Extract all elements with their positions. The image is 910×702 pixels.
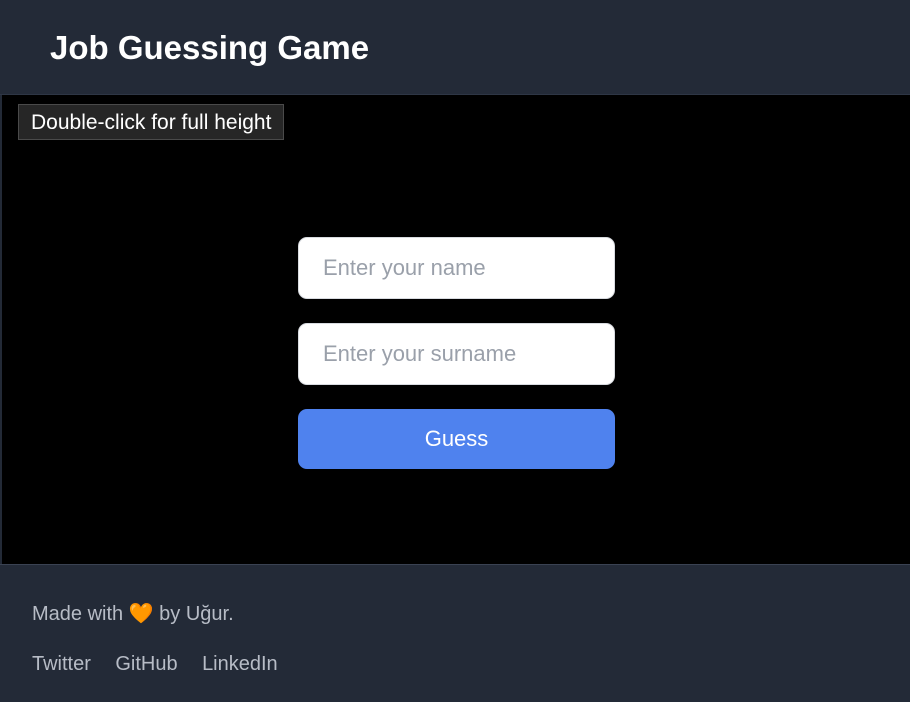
surname-input[interactable]: [298, 323, 615, 385]
guess-button[interactable]: Guess: [298, 409, 615, 469]
linkedin-link[interactable]: LinkedIn: [202, 653, 278, 675]
footer-links: Twitter GitHub LinkedIn: [32, 651, 298, 677]
app-title: Job Guessing Game: [50, 29, 370, 66]
full-height-hint: Double-click for full height: [18, 104, 285, 140]
github-link[interactable]: GitHub: [115, 653, 177, 675]
made-with-prefix: Made with: [32, 603, 129, 625]
app-header: Job Guessing Game: [0, 0, 910, 95]
guess-form: Guess: [298, 237, 615, 469]
heart-icon: 🧡: [128, 603, 154, 625]
game-canvas[interactable]: Double-click for full height Guess: [2, 95, 910, 564]
made-with-suffix: by Uğur.: [153, 603, 234, 625]
twitter-link[interactable]: Twitter: [32, 653, 91, 675]
page-footer: Made with 🧡 by Uğur. Twitter GitHub Link…: [0, 564, 910, 702]
made-with-text: Made with 🧡 by Uğur.: [32, 601, 234, 627]
name-input[interactable]: [298, 237, 615, 299]
